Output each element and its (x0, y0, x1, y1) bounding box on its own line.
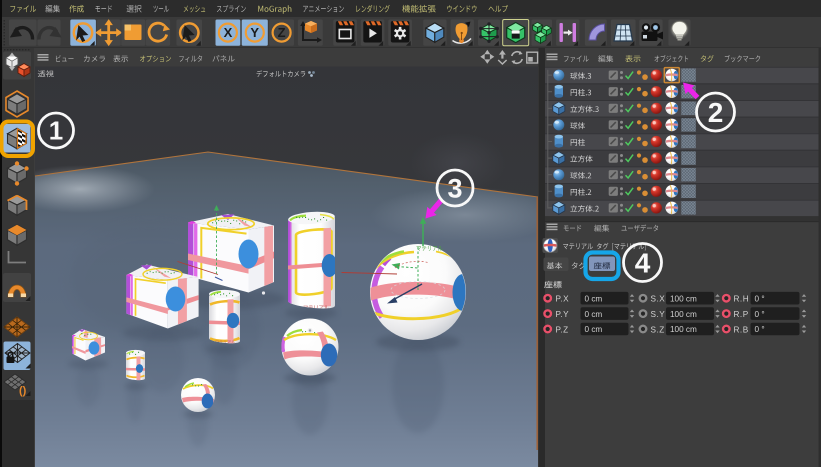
svg-text:100 cm: 100 cm (670, 310, 697, 319)
svg-text:0 cm: 0 cm (585, 325, 603, 334)
svg-text:(): () (19, 385, 27, 397)
svg-text:S.Z: S.Z (651, 325, 665, 334)
svg-text:1: 1 (49, 116, 63, 146)
svg-text:0 °: 0 ° (755, 310, 765, 319)
svg-text:P.Y: P.Y (556, 310, 570, 319)
svg-text:S.Y: S.Y (651, 310, 666, 319)
svg-text:4: 4 (635, 247, 651, 278)
svg-text:0 °: 0 ° (755, 294, 765, 303)
svg-text:S.X: S.X (651, 295, 666, 304)
svg-text:R.H: R.H (734, 295, 750, 304)
svg-text:P.Z: P.Z (556, 325, 569, 334)
svg-text:Y: Y (250, 25, 259, 40)
svg-text:Z: Z (278, 25, 286, 40)
svg-text:R.P: R.P (734, 310, 749, 319)
svg-text:R.B: R.B (734, 325, 749, 334)
svg-text:100 cm: 100 cm (670, 325, 697, 334)
svg-text:X: X (224, 25, 233, 40)
svg-text:0 °: 0 ° (755, 325, 765, 334)
svg-text:P.X: P.X (556, 295, 570, 304)
svg-text:0 cm: 0 cm (585, 310, 603, 319)
svg-text:100 cm: 100 cm (670, 294, 697, 303)
svg-text:2: 2 (708, 97, 724, 128)
svg-text:3: 3 (447, 174, 462, 204)
svg-text:0 cm: 0 cm (585, 294, 603, 303)
